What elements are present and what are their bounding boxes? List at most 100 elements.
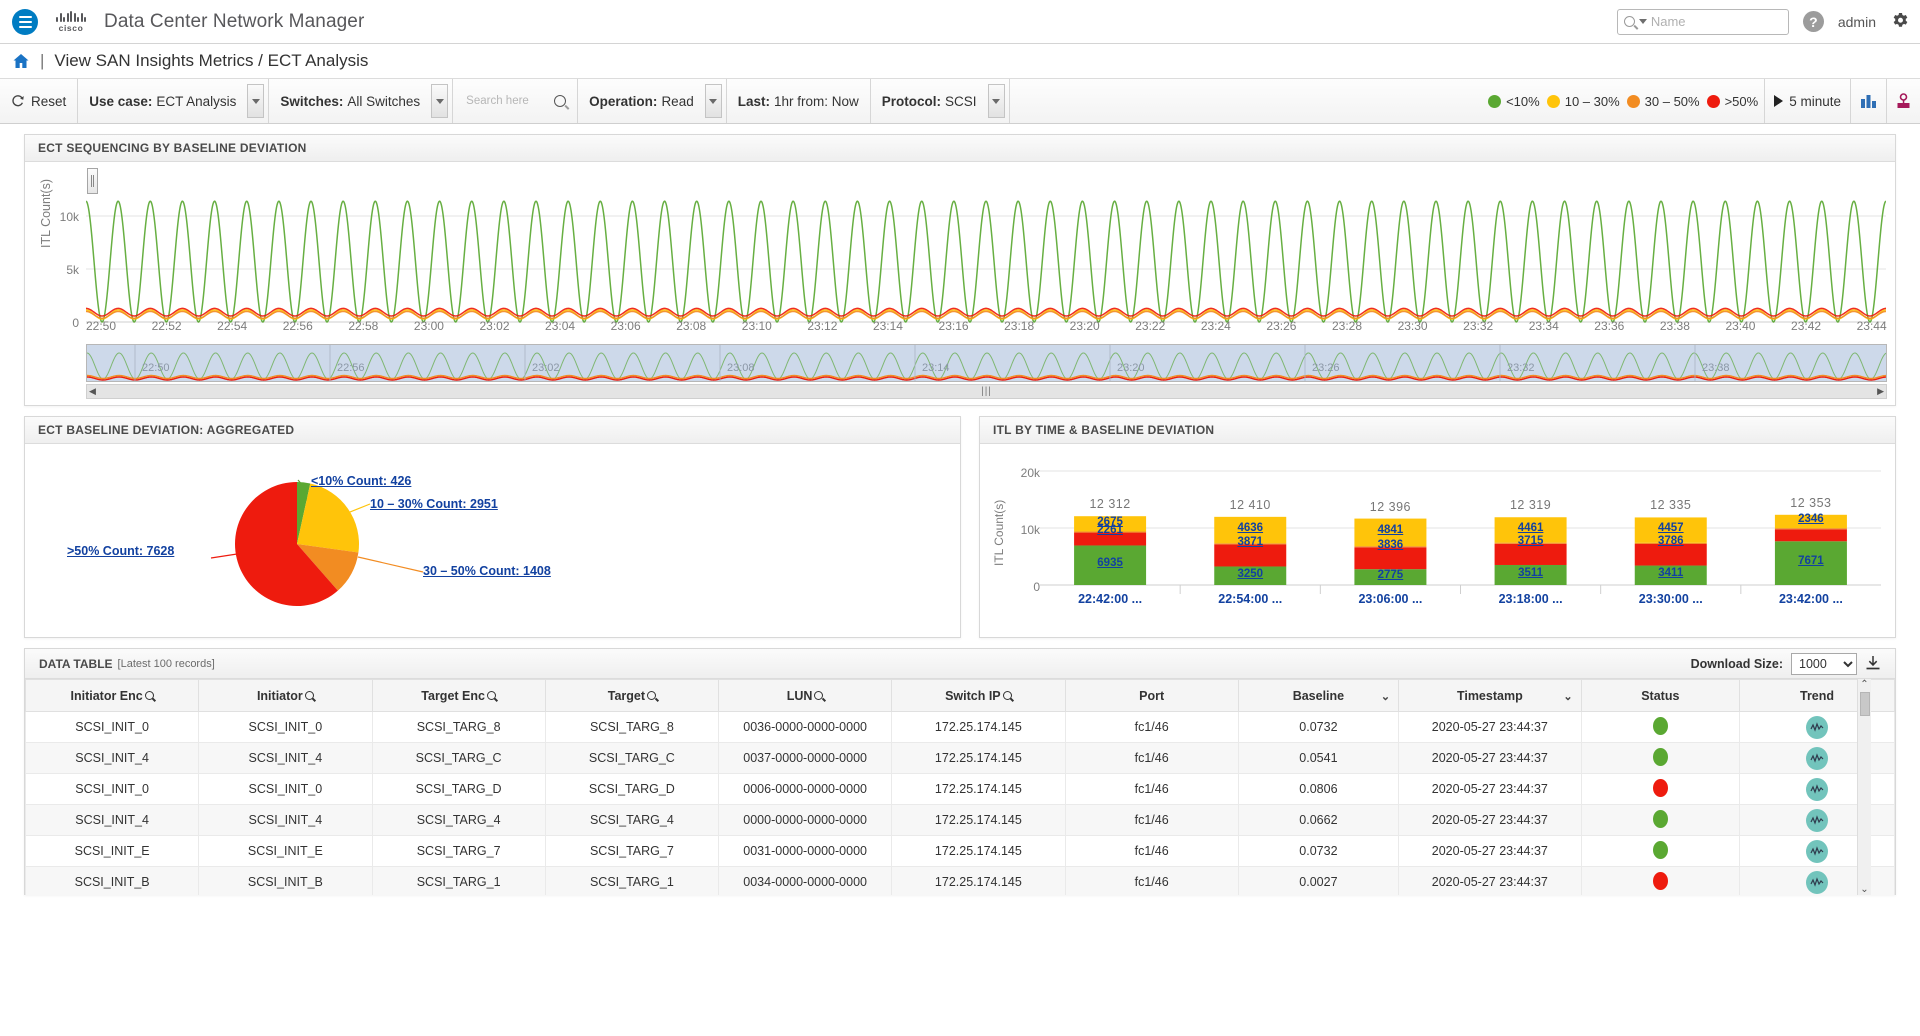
column-header-initiator-enc[interactable]: Initiator Enc [25,679,200,712]
pie-label-gt50[interactable]: >50% Count: 7628 [67,544,174,558]
column-header-status[interactable]: Status [1580,679,1741,712]
bar-segment-value[interactable]: 7671 [1766,555,1856,567]
switches-filter[interactable]: Switches: All Switches [269,79,431,123]
scroll-up-arrow[interactable]: ⌃ [1860,679,1868,690]
scroll-thumb[interactable]: ||| [981,386,992,397]
chevron-down-icon[interactable]: ⌄ [1381,690,1390,703]
scroll-right-arrow[interactable]: ▶ [1875,386,1886,397]
bar-chart-icon[interactable] [1850,79,1886,123]
status-badge [1652,871,1668,890]
search-icon[interactable] [554,95,567,107]
use-case-dropdown-arrow[interactable] [247,84,265,118]
bar-segment-value[interactable]: 3786 [1626,535,1716,547]
use-case-filter[interactable]: Use case: ECT Analysis [78,79,247,123]
column-header-initiator[interactable]: Initiator [198,679,373,712]
column-header-target-enc[interactable]: Target Enc [371,679,546,712]
column-header-timestamp[interactable]: Timestamp ⌄ [1398,679,1582,712]
table-row[interactable]: SCSI_INIT_0 SCSI_INIT_0 SCSI_TARG_D SCSI_TA… [25,773,1895,805]
home-icon[interactable] [12,53,30,69]
bar-segment-value[interactable]: 2775 [1345,569,1435,581]
table-row[interactable]: SCSI_INIT_4 SCSI_INIT_4 SCSI_TARG_C SCSI_TA… [25,742,1895,774]
bar-segment-value[interactable]: 3836 [1345,539,1435,551]
bar-segment-value[interactable]: 3411 [1626,567,1716,579]
bar-category-label[interactable]: 22:42:00 ... [1048,592,1172,606]
table-row[interactable]: SCSI_INIT_4 SCSI_INIT_4 SCSI_TARG_4 SCSI_TA… [25,804,1895,836]
bar-category-label[interactable]: 23:06:00 ... [1328,592,1452,606]
pie-label-10-30[interactable]: 10 – 30% Count: 2951 [370,497,498,511]
bar-category-label[interactable]: 23:42:00 ... [1749,592,1873,606]
search-icon[interactable] [486,691,496,700]
scroll-left-arrow[interactable]: ◀ [87,386,98,397]
bar-segment-value[interactable]: 3715 [1486,535,1576,547]
chevron-down-icon[interactable] [1638,19,1647,24]
brush-left-handle[interactable] [87,168,98,194]
itl-bar-chart[interactable]: ITL Count(s) 20k 10k 0 12 312 2675 2261 693… [980,444,1895,638]
column-header-baseline[interactable]: Baseline ⌄ [1237,679,1400,712]
bar-category-label[interactable]: 23:18:00 ... [1469,592,1593,606]
chevron-down-icon[interactable]: ⌄ [1563,690,1572,703]
column-header-trend[interactable]: Trend [1739,679,1895,712]
time-range-filter[interactable]: Last: 1hr from: Now [727,79,871,123]
time-range-brush[interactable]: 22:50 22:56 23:02 23:08 23:14 23:20 23:26 23:32… [86,344,1887,382]
trend-sparkline-icon[interactable] [1806,777,1829,801]
bar-segment-value[interactable]: 3511 [1486,567,1576,579]
pie-chart-svg [210,479,424,606]
trend-sparkline-icon[interactable] [1806,870,1829,894]
search-icon[interactable] [304,691,314,700]
bar-category-label[interactable]: 22:54:00 ... [1188,592,1312,606]
column-header-target[interactable]: Target [544,679,720,712]
trend-sparkline-icon[interactable] [1806,839,1829,863]
reset-button[interactable]: Reset [0,79,79,123]
bar-segment-value[interactable]: 4457 [1626,522,1716,534]
trend-sparkline-icon[interactable] [1806,808,1829,832]
play-icon[interactable] [1774,95,1784,107]
horizontal-scrollbar[interactable]: ◀ ||| ▶ [86,384,1887,399]
bar-segment-value[interactable]: 2261 [1065,524,1155,536]
table-row[interactable]: SCSI_INIT_B SCSI_INIT_B SCSI_TARG_1 SCSI_TA… [25,866,1895,895]
bar-segment-value[interactable]: 4636 [1205,522,1295,534]
help-icon[interactable]: ? [1802,11,1824,32]
refresh-interval-control[interactable]: 5 minute [1764,79,1850,123]
user-pin-icon[interactable] [1886,79,1920,123]
column-header-switch-ip[interactable]: Switch IP [891,679,1066,712]
ect-sequencing-chart[interactable]: ITL Count(s) 10k 5k 0 22:50 22:52 22:54 … [25,162,1895,405]
trend-sparkline-icon[interactable] [1806,715,1829,739]
search-icon[interactable] [814,691,824,700]
protocol-dropdown-arrow[interactable] [987,84,1005,118]
table-row[interactable]: SCSI_INIT_E SCSI_INIT_E SCSI_TARG_7 SCSI_TA… [25,835,1895,867]
cell-target-enc: SCSI_TARG_7 [371,835,546,867]
switches-dropdown-arrow[interactable] [431,84,449,118]
pie-label-30-50[interactable]: 30 – 50% Count: 1408 [423,564,551,578]
column-header-lun[interactable]: LUN [717,679,893,712]
bar-segment-value[interactable]: 6935 [1065,557,1155,569]
bar-segment-value[interactable]: 3871 [1205,536,1295,548]
global-search-input[interactable]: Name [1616,8,1789,35]
bar-segment-value[interactable]: 2346 [1766,513,1856,525]
gear-icon[interactable] [1890,12,1910,32]
download-size-select[interactable]: 1000 [1791,652,1857,675]
user-menu[interactable]: admin [1838,14,1876,30]
bar-segment-value[interactable]: 4841 [1345,524,1435,536]
bar-segment-value[interactable]: 4461 [1486,522,1576,534]
toolbar-search[interactable] [453,79,579,123]
table-scroll-thumb[interactable] [1859,692,1870,716]
protocol-filter[interactable]: Protocol: SCSI [871,79,988,123]
search-input[interactable] [464,94,545,108]
bar-segment-value[interactable]: 3250 [1205,568,1295,580]
hamburger-icon[interactable] [12,8,38,35]
search-icon[interactable] [647,691,657,700]
operation-filter[interactable]: Operation: Read [578,79,705,123]
column-header-port[interactable]: Port [1064,679,1239,712]
trend-sparkline-icon[interactable] [1806,746,1829,770]
table-vertical-scrollbar[interactable]: ⌃ ⌄ [1857,679,1871,895]
bar-category-label[interactable]: 23:30:00 ... [1609,592,1733,606]
download-icon[interactable] [1865,655,1881,672]
search-icon[interactable] [1002,691,1012,700]
operation-dropdown-arrow[interactable] [704,84,722,118]
table-row[interactable]: SCSI_INIT_0 SCSI_INIT_0 SCSI_TARG_8 SCSI_TA… [25,711,1895,743]
pie-chart[interactable]: <10% Count: 426 10 – 30% Count: 2951 30 … [25,444,960,638]
scroll-down-arrow[interactable]: ⌄ [1860,884,1868,895]
search-icon[interactable] [144,691,154,700]
pie-label-lt10[interactable]: <10% Count: 426 [311,474,411,488]
breadcrumb-separator: | [40,51,45,70]
